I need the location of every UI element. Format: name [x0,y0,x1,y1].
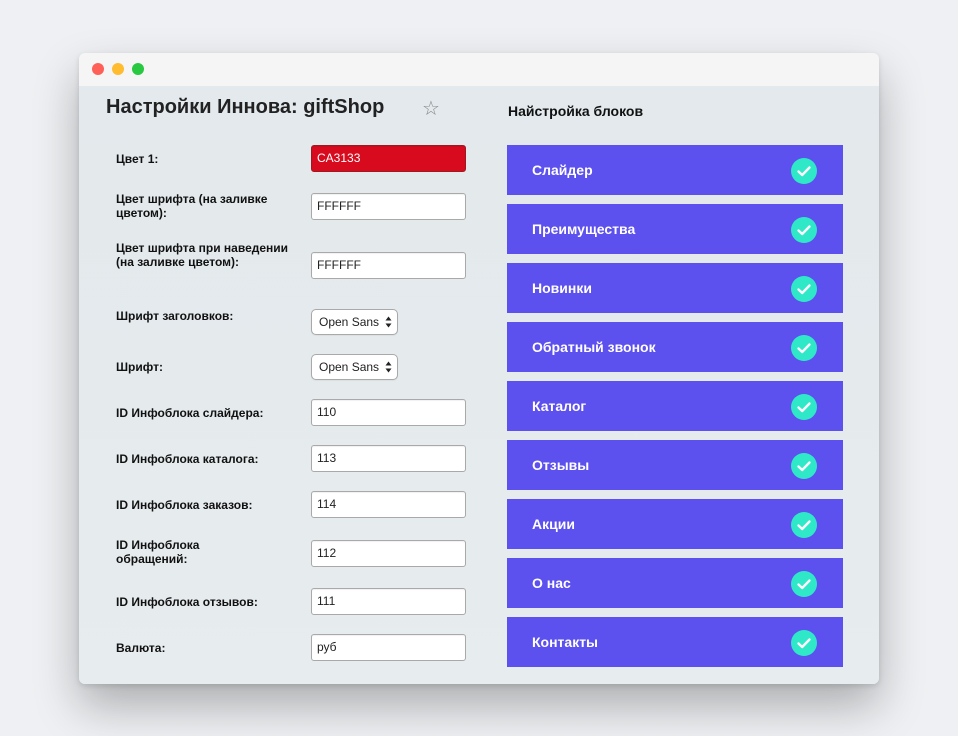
heading-font-select[interactable]: Open Sans [311,309,398,335]
orders-iblock-label: ID Инфоблока заказов: [116,498,253,512]
block-item-callback[interactable]: Обратный звонок [507,322,843,372]
check-icon[interactable] [791,276,817,302]
font-color-label: Цвет шрифта (на заливке цветом): [116,192,268,220]
check-icon[interactable] [791,394,817,420]
heading-font-value: Open Sans [319,315,380,329]
block-item-catalog[interactable]: Каталог [507,381,843,431]
star-icon[interactable]: ☆ [422,96,440,120]
check-icon[interactable] [791,512,817,538]
settings-content: Настройки Иннова: giftShop ☆ Цвет 1: CA3… [79,86,879,684]
hover-font-color-label: Цвет шрифта при наведении (на заливке цв… [116,241,289,269]
block-item-label: Новинки [532,280,592,296]
slider-iblock-label: ID Инфоблока слайдера: [116,406,264,420]
block-item-label: Преимущества [532,221,636,237]
block-item-label: Отзывы [532,457,590,473]
catalog-iblock-label: ID Инфоблока каталога: [116,452,259,466]
reviews-iblock-input[interactable]: 111 [311,588,466,615]
block-item-label: Акции [532,516,575,532]
currency-input[interactable]: руб [311,634,466,661]
check-icon[interactable] [791,571,817,597]
check-icon[interactable] [791,158,817,184]
block-item-label: Слайдер [532,162,593,178]
font-label: Шрифт: [116,360,163,374]
catalog-iblock-input[interactable]: 113 [311,445,466,472]
check-icon[interactable] [791,217,817,243]
font-value: Open Sans [319,360,380,374]
block-item-contacts[interactable]: Контакты [507,617,843,667]
block-item-slider[interactable]: Слайдер [507,145,843,195]
check-icon[interactable] [791,630,817,656]
requests-iblock-input[interactable]: 112 [311,540,466,567]
heading-font-label: Шрифт заголовков: [116,309,234,323]
block-item-label: О нас [532,575,571,591]
slider-iblock-input[interactable]: 110 [311,399,466,426]
check-icon[interactable] [791,453,817,479]
title-bar [79,53,879,86]
font-color-input[interactable]: FFFFFF [311,193,466,220]
app-window: Настройки Иннова: giftShop ☆ Цвет 1: CA3… [79,53,879,684]
block-item-promotions[interactable]: Акции [507,499,843,549]
block-item-about[interactable]: О нас [507,558,843,608]
block-item-label: Обратный звонок [532,339,656,355]
blocks-title: Найстройка блоков [508,103,644,119]
block-item-label: Каталог [532,398,587,414]
reviews-iblock-label: ID Инфоблока отзывов: [116,595,258,609]
orders-iblock-input[interactable]: 114 [311,491,466,518]
check-icon[interactable] [791,335,817,361]
select-arrows-icon [385,316,392,328]
hover-font-color-input[interactable]: FFFFFF [311,252,466,279]
currency-label: Валюта: [116,641,166,655]
requests-iblock-label: ID Инфоблока обращений: [116,538,200,566]
block-item-reviews[interactable]: Отзывы [507,440,843,490]
color1-label: Цвет 1: [116,152,159,166]
font-select[interactable]: Open Sans [311,354,398,380]
close-window-button[interactable] [92,63,104,75]
page-title: Настройки Иннова: giftShop [106,96,385,118]
color1-input[interactable]: CA3133 [311,145,466,172]
block-item-label: Контакты [532,634,599,650]
block-item-advantages[interactable]: Преимущества [507,204,843,254]
block-item-new[interactable]: Новинки [507,263,843,313]
maximize-window-button[interactable] [132,63,144,75]
select-arrows-icon [385,361,392,373]
minimize-window-button[interactable] [112,63,124,75]
